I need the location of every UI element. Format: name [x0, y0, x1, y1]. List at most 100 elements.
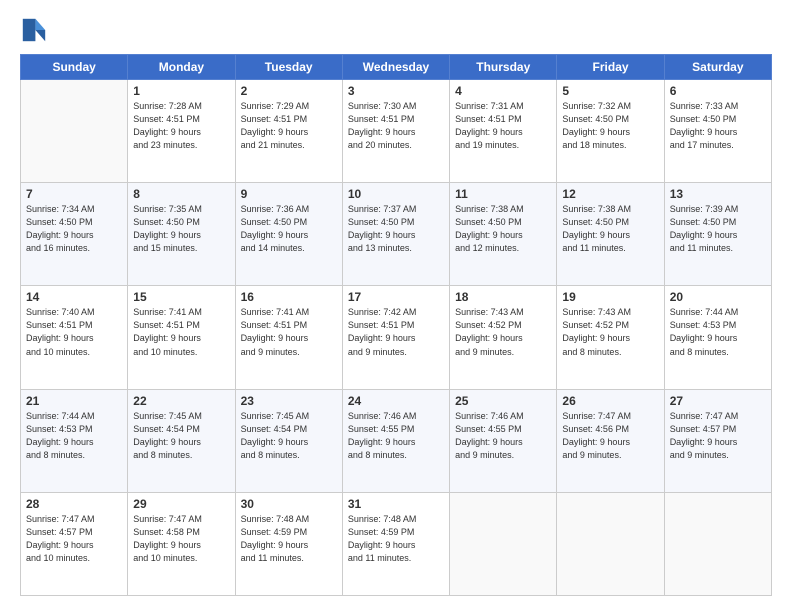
header: [20, 16, 772, 44]
calendar-cell: [450, 492, 557, 595]
calendar-cell: 11 Sunrise: 7:38 AM Sunset: 4:50 PM Dayli…: [450, 183, 557, 286]
calendar-cell: 14 Sunrise: 7:40 AM Sunset: 4:51 PM Dayli…: [21, 286, 128, 389]
calendar-week-row: 1 Sunrise: 7:28 AM Sunset: 4:51 PM Daylig…: [21, 80, 772, 183]
day-number: 8: [133, 187, 229, 201]
day-number: 17: [348, 290, 444, 304]
calendar-cell: 27 Sunrise: 7:47 AM Sunset: 4:57 PM Dayli…: [664, 389, 771, 492]
day-info: Sunrise: 7:33 AM Sunset: 4:50 PM Dayligh…: [670, 100, 766, 152]
day-number: 13: [670, 187, 766, 201]
calendar-cell: 25 Sunrise: 7:46 AM Sunset: 4:55 PM Dayli…: [450, 389, 557, 492]
day-number: 29: [133, 497, 229, 511]
day-number: 16: [241, 290, 337, 304]
day-number: 14: [26, 290, 122, 304]
day-number: 23: [241, 394, 337, 408]
day-info: Sunrise: 7:38 AM Sunset: 4:50 PM Dayligh…: [455, 203, 551, 255]
day-number: 30: [241, 497, 337, 511]
calendar-cell: 4Sunrise: 7:31 AM Sunset: 4:51 PM Daylig…: [450, 80, 557, 183]
day-info: Sunrise: 7:41 AM Sunset: 4:51 PM Dayligh…: [241, 306, 337, 358]
day-info: Sunrise: 7:47 AM Sunset: 4:57 PM Dayligh…: [670, 410, 766, 462]
day-info: Sunrise: 7:39 AM Sunset: 4:50 PM Dayligh…: [670, 203, 766, 255]
day-number: 2: [241, 84, 337, 98]
calendar-table: SundayMondayTuesdayWednesdayThursdayFrid…: [20, 54, 772, 596]
calendar-cell: 17Sunrise: 7:42 AM Sunset: 4:51 PM Dayli…: [342, 286, 449, 389]
day-info: Sunrise: 7:28 AM Sunset: 4:51 PM Dayligh…: [133, 100, 229, 152]
calendar-cell: 24Sunrise: 7:46 AM Sunset: 4:55 PM Dayli…: [342, 389, 449, 492]
calendar-cell: 15Sunrise: 7:41 AM Sunset: 4:51 PM Dayli…: [128, 286, 235, 389]
day-info: Sunrise: 7:29 AM Sunset: 4:51 PM Dayligh…: [241, 100, 337, 152]
calendar-cell: 8 Sunrise: 7:35 AM Sunset: 4:50 PM Daylig…: [128, 183, 235, 286]
day-number: 26: [562, 394, 658, 408]
day-info: Sunrise: 7:44 AM Sunset: 4:53 PM Dayligh…: [670, 306, 766, 358]
day-info: Sunrise: 7:40 AM Sunset: 4:51 PM Dayligh…: [26, 306, 122, 358]
day-info: Sunrise: 7:37 AM Sunset: 4:50 PM Dayligh…: [348, 203, 444, 255]
logo-icon: [20, 16, 48, 44]
day-number: 27: [670, 394, 766, 408]
calendar-cell: [557, 492, 664, 595]
calendar-cell: 13 Sunrise: 7:39 AM Sunset: 4:50 PM Dayli…: [664, 183, 771, 286]
calendar-week-row: 14 Sunrise: 7:40 AM Sunset: 4:51 PM Dayli…: [21, 286, 772, 389]
day-info: Sunrise: 7:34 AM Sunset: 4:50 PM Dayligh…: [26, 203, 122, 255]
calendar-cell: 21Sunrise: 7:44 AM Sunset: 4:53 PM Dayli…: [21, 389, 128, 492]
day-header: Monday: [128, 55, 235, 80]
day-info: Sunrise: 7:47 AM Sunset: 4:57 PM Dayligh…: [26, 513, 122, 565]
day-number: 18: [455, 290, 551, 304]
calendar-cell: 22Sunrise: 7:45 AM Sunset: 4:54 PM Dayli…: [128, 389, 235, 492]
calendar-cell: 9 Sunrise: 7:36 AM Sunset: 4:50 PM Daylig…: [235, 183, 342, 286]
day-number: 9: [241, 187, 337, 201]
day-info: Sunrise: 7:31 AM Sunset: 4:51 PM Dayligh…: [455, 100, 551, 152]
calendar-cell: 20 Sunrise: 7:44 AM Sunset: 4:53 PM Dayli…: [664, 286, 771, 389]
header-row: SundayMondayTuesdayWednesdayThursdayFrid…: [21, 55, 772, 80]
day-info: Sunrise: 7:44 AM Sunset: 4:53 PM Dayligh…: [26, 410, 122, 462]
calendar-cell: 5 Sunrise: 7:32 AM Sunset: 4:50 PM Daylig…: [557, 80, 664, 183]
page: SundayMondayTuesdayWednesdayThursdayFrid…: [0, 0, 792, 612]
day-number: 28: [26, 497, 122, 511]
day-number: 12: [562, 187, 658, 201]
day-header: Wednesday: [342, 55, 449, 80]
day-number: 6: [670, 84, 766, 98]
day-number: 5: [562, 84, 658, 98]
calendar-week-row: 7 Sunrise: 7:34 AM Sunset: 4:50 PM Daylig…: [21, 183, 772, 286]
day-number: 25: [455, 394, 551, 408]
calendar-cell: 30 Sunrise: 7:48 AM Sunset: 4:59 PM Dayli…: [235, 492, 342, 595]
day-info: Sunrise: 7:48 AM Sunset: 4:59 PM Dayligh…: [348, 513, 444, 565]
day-info: Sunrise: 7:38 AM Sunset: 4:50 PM Dayligh…: [562, 203, 658, 255]
calendar-cell: 23 Sunrise: 7:45 AM Sunset: 4:54 PM Dayli…: [235, 389, 342, 492]
calendar-week-row: 28 Sunrise: 7:47 AM Sunset: 4:57 PM Dayli…: [21, 492, 772, 595]
calendar-cell: 10 Sunrise: 7:37 AM Sunset: 4:50 PM Dayli…: [342, 183, 449, 286]
day-number: 22: [133, 394, 229, 408]
day-number: 11: [455, 187, 551, 201]
day-info: Sunrise: 7:32 AM Sunset: 4:50 PM Dayligh…: [562, 100, 658, 152]
calendar-cell: 3 Sunrise: 7:30 AM Sunset: 4:51 PM Daylig…: [342, 80, 449, 183]
day-info: Sunrise: 7:36 AM Sunset: 4:50 PM Dayligh…: [241, 203, 337, 255]
day-number: 1: [133, 84, 229, 98]
day-info: Sunrise: 7:48 AM Sunset: 4:59 PM Dayligh…: [241, 513, 337, 565]
day-info: Sunrise: 7:35 AM Sunset: 4:50 PM Dayligh…: [133, 203, 229, 255]
day-info: Sunrise: 7:43 AM Sunset: 4:52 PM Dayligh…: [562, 306, 658, 358]
calendar-week-row: 21Sunrise: 7:44 AM Sunset: 4:53 PM Dayli…: [21, 389, 772, 492]
calendar-cell: 28 Sunrise: 7:47 AM Sunset: 4:57 PM Dayli…: [21, 492, 128, 595]
calendar-cell: 16 Sunrise: 7:41 AM Sunset: 4:51 PM Dayli…: [235, 286, 342, 389]
calendar-cell: [21, 80, 128, 183]
day-number: 7: [26, 187, 122, 201]
calendar-cell: 19 Sunrise: 7:43 AM Sunset: 4:52 PM Dayli…: [557, 286, 664, 389]
day-info: Sunrise: 7:46 AM Sunset: 4:55 PM Dayligh…: [455, 410, 551, 462]
day-number: 15: [133, 290, 229, 304]
day-info: Sunrise: 7:30 AM Sunset: 4:51 PM Dayligh…: [348, 100, 444, 152]
day-number: 19: [562, 290, 658, 304]
day-number: 3: [348, 84, 444, 98]
calendar-cell: 26 Sunrise: 7:47 AM Sunset: 4:56 PM Dayli…: [557, 389, 664, 492]
day-number: 31: [348, 497, 444, 511]
day-number: 10: [348, 187, 444, 201]
day-info: Sunrise: 7:45 AM Sunset: 4:54 PM Dayligh…: [241, 410, 337, 462]
day-header: Friday: [557, 55, 664, 80]
calendar-cell: 7 Sunrise: 7:34 AM Sunset: 4:50 PM Daylig…: [21, 183, 128, 286]
calendar-cell: 18 Sunrise: 7:43 AM Sunset: 4:52 PM Dayli…: [450, 286, 557, 389]
day-info: Sunrise: 7:47 AM Sunset: 4:56 PM Dayligh…: [562, 410, 658, 462]
day-info: Sunrise: 7:47 AM Sunset: 4:58 PM Dayligh…: [133, 513, 229, 565]
day-number: 20: [670, 290, 766, 304]
day-header: Tuesday: [235, 55, 342, 80]
calendar-cell: 1 Sunrise: 7:28 AM Sunset: 4:51 PM Daylig…: [128, 80, 235, 183]
day-header: Saturday: [664, 55, 771, 80]
day-header: Sunday: [21, 55, 128, 80]
day-info: Sunrise: 7:43 AM Sunset: 4:52 PM Dayligh…: [455, 306, 551, 358]
